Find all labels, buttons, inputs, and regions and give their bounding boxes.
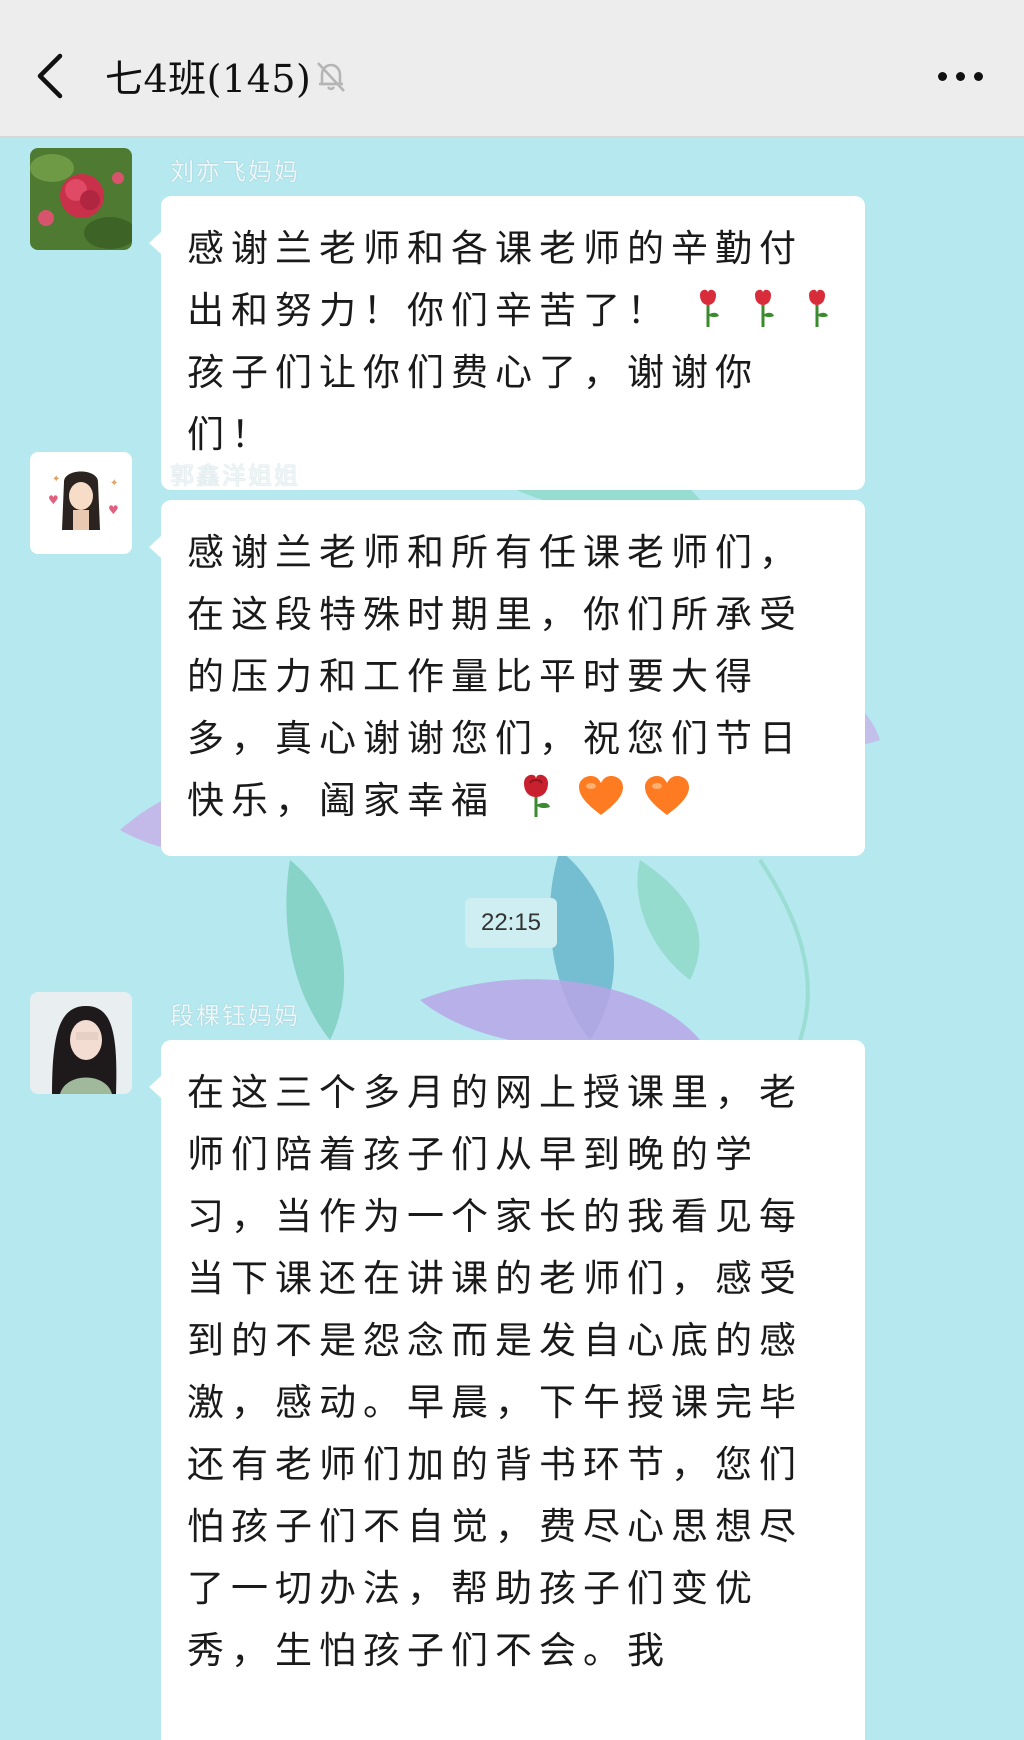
sender-name: 郭鑫洋姐姐 (170, 462, 300, 490)
more-options-button[interactable] (932, 58, 988, 94)
message-bubble[interactable]: 感谢兰老师和各课老师的辛勤付出和努力！你们辛苦了！ 孩子们让你们费心了，谢谢你们… (149, 196, 865, 490)
back-chevron-icon (37, 53, 63, 99)
message-text: 孩子们让你们费心了，谢谢你们！ (187, 351, 759, 456)
svg-text:♥: ♥ (108, 503, 119, 517)
rose-icon (699, 289, 719, 327)
avatar[interactable] (30, 992, 132, 1094)
rose-icon (754, 289, 774, 327)
avatar-cartoon-girl: ♥ ♥ ✦ ✦ (30, 452, 132, 554)
svg-text:✦: ✦ (110, 478, 118, 489)
avatar-girl-photo (30, 992, 132, 1094)
more-dots-icon (938, 72, 947, 81)
orange-heart-icon (645, 776, 690, 815)
bell-muted-icon (317, 62, 345, 92)
back-button[interactable] (28, 42, 76, 106)
avatar-red-flower (30, 148, 132, 250)
chat-header: 七4班(145) (0, 0, 1024, 137)
avatar[interactable] (30, 148, 132, 250)
orange-heart-icon (578, 776, 623, 815)
svg-text:✦: ✦ (52, 474, 60, 485)
message-text: 感谢兰老师和所有任课老师们，在这段特殊时期里，你们所承受的压力和工作量比平时要大… (187, 531, 803, 822)
message-bubble[interactable]: 在这三个多月的网上授课里，老师们陪着孩子们从早到晚的学习，当作为一个家长的我看见… (149, 1040, 865, 1740)
timestamp: 22:15 (465, 898, 557, 948)
svg-text:♥: ♥ (48, 493, 59, 507)
sender-name: 刘亦飞妈妈 (170, 158, 300, 186)
rose-icon (809, 289, 829, 327)
chat-title: 七4班(145) (105, 57, 312, 101)
avatar[interactable]: ♥ ♥ ✦ ✦ (30, 452, 132, 554)
sender-name: 段棵钰妈妈 (170, 1002, 300, 1030)
message-bubble[interactable]: 感谢兰老师和所有任课老师们，在这段特殊时期里，你们所承受的压力和工作量比平时要大… (149, 500, 865, 856)
rose-icon (523, 774, 550, 817)
message-text: 在这三个多月的网上授课里，老师们陪着孩子们从早到晚的学习，当作为一个家长的我看见… (187, 1071, 803, 1672)
